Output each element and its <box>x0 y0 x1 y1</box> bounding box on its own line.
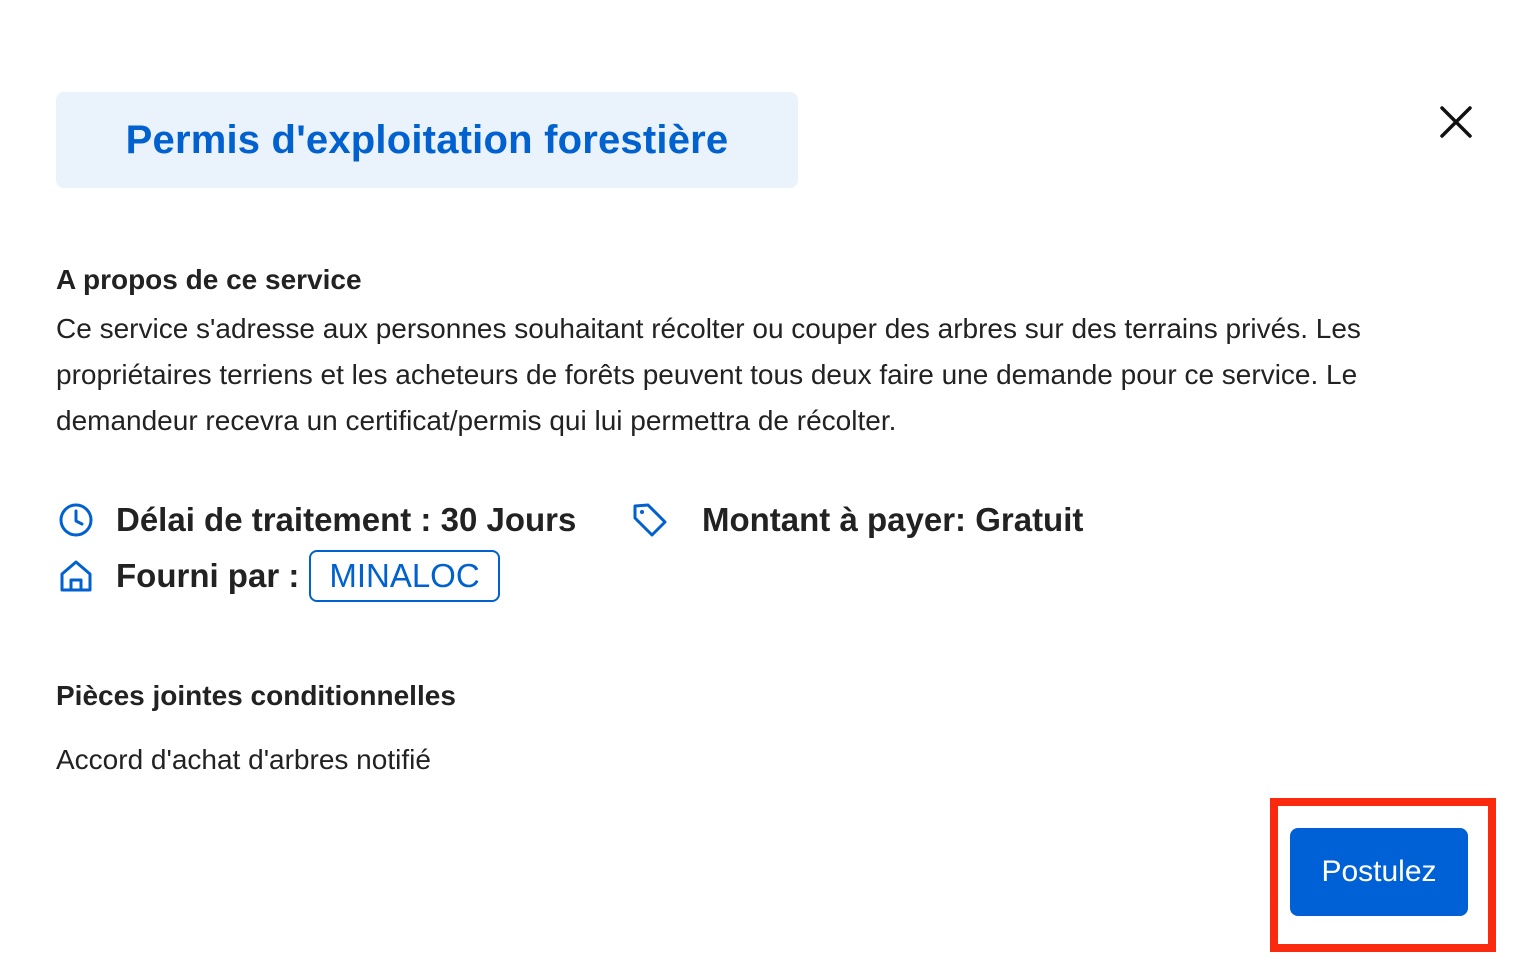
provider-row: Fourni par : MINALOC <box>56 550 500 602</box>
attachment-item: Accord d'achat d'arbres notifié <box>56 744 431 775</box>
page-title: Permis d'exploitation forestière <box>125 117 729 162</box>
about-heading: A propos de ce service <box>56 264 362 295</box>
home-icon <box>56 556 96 596</box>
apply-button[interactable]: Postulez <box>1290 828 1468 916</box>
processing-time-row: Délai de traitement : 30 Jours <box>56 500 576 540</box>
close-button[interactable] <box>1432 98 1480 146</box>
attachments-heading: Pièces jointes conditionnelles <box>56 680 456 711</box>
provider-tag[interactable]: MINALOC <box>309 550 500 602</box>
amount-row: Montant à payer: Gratuit <box>630 500 1083 540</box>
clock-icon <box>56 500 96 540</box>
processing-time-text: Délai de traitement : 30 Jours <box>116 501 577 538</box>
close-icon <box>1440 106 1472 138</box>
amount-text: Montant à payer: Gratuit <box>702 501 1084 538</box>
modal-title-box: Permis d'exploitation forestière <box>56 92 798 188</box>
tag-icon <box>630 500 670 540</box>
provided-by-label: Fourni par : <box>116 557 300 594</box>
about-description: Ce service s'adresse aux personnes souha… <box>56 313 1361 436</box>
